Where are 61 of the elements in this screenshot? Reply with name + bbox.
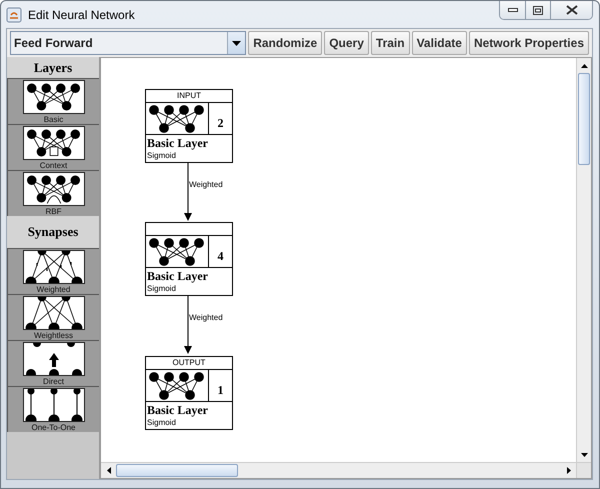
section-title: Layers bbox=[34, 60, 72, 76]
minimize-icon bbox=[508, 8, 518, 12]
window-title: Edit Neural Network bbox=[28, 8, 135, 22]
item-label: Context bbox=[40, 160, 68, 170]
layer-title: Basic Layer bbox=[146, 135, 209, 151]
neuron-count: 4 bbox=[216, 248, 224, 265]
close-icon bbox=[566, 5, 578, 15]
neuron-count: 1 bbox=[216, 382, 224, 399]
toolbar-button[interactable]: Validate bbox=[412, 31, 467, 55]
toolbar-button[interactable]: Network Properties bbox=[468, 31, 589, 55]
close-button[interactable] bbox=[550, 1, 592, 19]
item-label: Weightless bbox=[34, 330, 73, 340]
neuron-count: 2 bbox=[216, 115, 224, 132]
layer-node[interactable]: INPUT 2 Basic Layer Sigmoid bbox=[145, 89, 233, 163]
restore-icon bbox=[533, 6, 543, 14]
synapse-label: Weighted bbox=[189, 313, 223, 322]
palette-item[interactable]: RBF bbox=[7, 170, 99, 216]
layer-header: OUTPUT bbox=[172, 358, 206, 367]
palette-item[interactable]: Basic bbox=[7, 78, 99, 124]
scroll-thumb[interactable] bbox=[578, 73, 590, 165]
palette-item[interactable]: Weightless bbox=[7, 294, 99, 340]
item-label: Basic bbox=[44, 114, 64, 124]
layer-icon bbox=[146, 236, 209, 267]
scroll-thumb[interactable] bbox=[116, 464, 238, 477]
activation-label: Sigmoid bbox=[146, 418, 177, 429]
layer-icon bbox=[146, 103, 209, 134]
item-label: Direct bbox=[43, 376, 64, 386]
synapse-icon bbox=[22, 342, 84, 376]
synapse-icon bbox=[22, 388, 84, 422]
item-label: Weighted bbox=[36, 284, 70, 294]
synapse-label: Weighted bbox=[189, 180, 223, 189]
item-label: RBF bbox=[46, 206, 62, 216]
section-title: Synapses bbox=[28, 224, 78, 240]
layer-node[interactable]: OUTPUT 1 Basic Layer Sigmoid bbox=[145, 356, 233, 430]
app-icon bbox=[6, 6, 22, 22]
layer-header: INPUT bbox=[177, 91, 201, 100]
layer-icon bbox=[22, 126, 84, 160]
synapse-icon bbox=[22, 296, 84, 330]
layer-icon bbox=[22, 80, 84, 114]
activation-label: Sigmoid bbox=[146, 151, 177, 162]
toolbar-button[interactable]: Randomize bbox=[248, 31, 322, 55]
minimize-button[interactable] bbox=[500, 1, 525, 19]
synapse-icon bbox=[22, 250, 84, 284]
maximize-button[interactable] bbox=[525, 1, 550, 19]
item-label: One-To-One bbox=[31, 422, 76, 432]
layer-title: Basic Layer bbox=[146, 402, 209, 418]
network-type-dropdown[interactable]: Feed Forward bbox=[10, 31, 246, 55]
palette-item[interactable]: One-To-One bbox=[7, 386, 99, 432]
palette-item[interactable]: Direct bbox=[7, 340, 99, 386]
vertical-scrollbar[interactable] bbox=[576, 58, 591, 462]
layer-node[interactable]: 4 Basic Layer Sigmoid bbox=[145, 222, 233, 296]
toolbar-button[interactable]: Query bbox=[324, 31, 369, 55]
horizontal-scrollbar[interactable] bbox=[101, 462, 576, 478]
palette-item[interactable]: Context bbox=[7, 124, 99, 170]
layer-icon bbox=[22, 172, 84, 206]
activation-label: Sigmoid bbox=[146, 284, 177, 295]
layer-title: Basic Layer bbox=[146, 268, 209, 284]
toolbar-button[interactable]: Train bbox=[370, 31, 410, 55]
layer-icon bbox=[146, 370, 209, 401]
caret-icon[interactable] bbox=[227, 32, 246, 54]
palette-item[interactable]: Weighted bbox=[7, 248, 99, 294]
